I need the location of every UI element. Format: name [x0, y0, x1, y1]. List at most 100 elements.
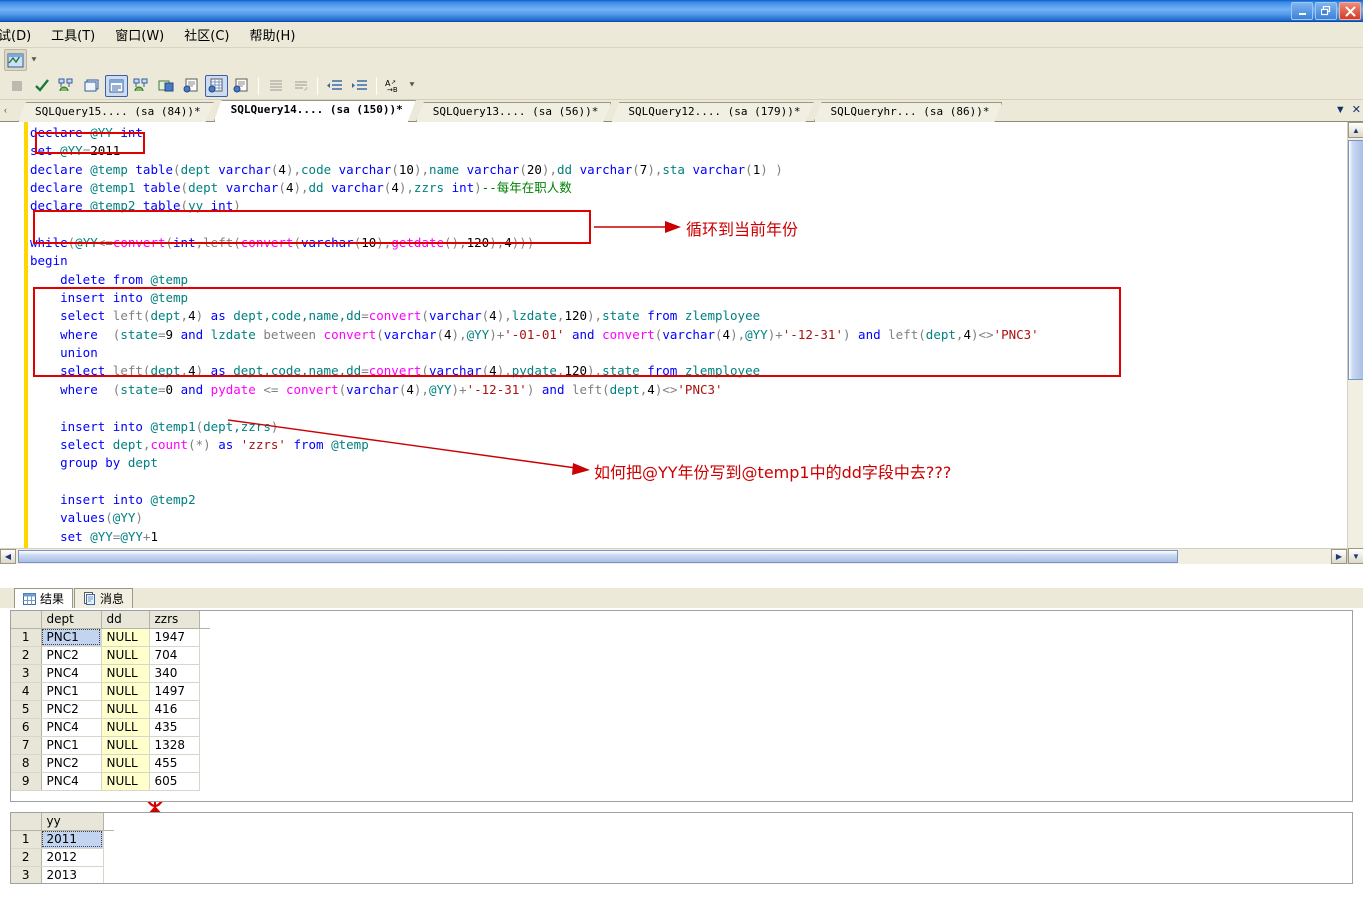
results-grid-1[interactable]: dept dd zzrs 1 PNC1 NULL 1947 2 PNC2 NULL 704 3 PNC4… [11, 611, 210, 791]
cell-dept[interactable]: PNC1 [41, 682, 102, 701]
column-header-rownum[interactable] [11, 611, 42, 629]
cell-dept[interactable]: PNC2 [41, 754, 102, 773]
row-number[interactable]: 7 [11, 736, 42, 755]
table-row[interactable]: 6 PNC4 NULL 435 [11, 718, 210, 737]
menu-window[interactable]: 窗口(W) [105, 22, 174, 47]
cell-dept[interactable]: PNC1 [41, 736, 102, 755]
column-header-zzrs[interactable]: zzrs [149, 611, 200, 629]
scroll-down-icon[interactable]: ▼ [1348, 548, 1363, 564]
sql-editor[interactable]: declare @YY int set @YY=2011 declare @temp… [0, 122, 1363, 564]
comment-lines-icon[interactable] [264, 75, 287, 97]
uncomment-lines-icon[interactable] [289, 75, 312, 97]
cell-dd[interactable]: NULL [101, 646, 150, 665]
row-number[interactable]: 9 [11, 772, 42, 791]
cell-zzrs[interactable]: 704 [149, 646, 200, 665]
scroll-left-icon[interactable]: ◀ [0, 549, 16, 564]
cell-zzrs[interactable]: 435 [149, 718, 200, 737]
table-row[interactable]: 1 PNC1 NULL 1947 [11, 628, 210, 647]
table-row[interactable]: 3 PNC4 NULL 340 [11, 664, 210, 683]
cell-zzrs[interactable]: 340 [149, 664, 200, 683]
cell-dd[interactable]: NULL [101, 754, 150, 773]
results-to-text-icon[interactable] [105, 74, 128, 97]
include-actual-plan-icon[interactable] [130, 75, 153, 97]
cell-zzrs[interactable]: 1497 [149, 682, 200, 701]
menu-help[interactable]: 帮助(H) [239, 22, 305, 47]
cell-dept[interactable]: PNC4 [41, 664, 102, 683]
tab-sqlquery15[interactable]: SQLQuery15.... (sa (84))* [18, 102, 214, 122]
results-to-file-icon[interactable] [180, 75, 203, 97]
table-row[interactable]: 9 PNC4 NULL 605 [11, 772, 210, 791]
column-header-yy[interactable]: yy [41, 813, 104, 831]
cell-zzrs[interactable]: 455 [149, 754, 200, 773]
menu-debug[interactable]: 试(D) [0, 22, 41, 47]
cell-dept[interactable]: PNC4 [41, 718, 102, 737]
toolbar-overflow-icon-2[interactable]: ⯆ [408, 76, 416, 96]
tab-sqlquery14[interactable]: SQLQuery14.... (sa (150))* [214, 100, 416, 122]
cell-dd[interactable]: NULL [101, 628, 150, 647]
tab-messages[interactable]: 消息 [74, 588, 134, 608]
table-row[interactable]: 8 PNC2 NULL 455 [11, 754, 210, 773]
tab-sqlquery13[interactable]: SQLQuery13.... (sa (56))* [416, 102, 612, 122]
include-client-statistics-icon[interactable] [155, 75, 178, 97]
restore-button[interactable] [1315, 2, 1337, 20]
cell-yy[interactable]: 2012 [41, 848, 104, 867]
column-header-dd[interactable]: dd [101, 611, 150, 629]
table-row[interactable]: 5 PNC2 NULL 416 [11, 700, 210, 719]
row-number[interactable]: 2 [11, 646, 42, 665]
close-button[interactable] [1339, 2, 1361, 20]
database-diagram-icon[interactable] [4, 49, 27, 71]
parse-check-icon[interactable] [30, 75, 53, 97]
table-row[interactable]: 2 2012 [11, 848, 114, 867]
specify-values-icon[interactable]: A ↗ →B [382, 75, 405, 97]
table-row[interactable]: 3 2013 [11, 866, 114, 883]
cell-zzrs[interactable]: 1328 [149, 736, 200, 755]
row-number[interactable]: 6 [11, 718, 42, 737]
table-row[interactable]: 7 PNC1 NULL 1328 [11, 736, 210, 755]
increase-indent-icon[interactable] [348, 75, 371, 97]
cell-dept[interactable]: PNC4 [41, 772, 102, 791]
tab-sqlquery12[interactable]: SQLQuery12.... (sa (179))* [611, 102, 813, 122]
scroll-up-icon[interactable]: ▲ [1348, 122, 1363, 138]
menu-tools[interactable]: 工具(T) [41, 22, 105, 47]
table-row[interactable]: 2 PNC2 NULL 704 [11, 646, 210, 665]
editor-hscrollbar[interactable]: ◀ ▶ [0, 548, 1347, 564]
row-number[interactable]: 5 [11, 700, 42, 719]
row-number[interactable]: 2 [11, 848, 42, 867]
stop-icon[interactable] [5, 75, 28, 97]
cell-dd[interactable]: NULL [101, 772, 150, 791]
tab-sqlqueryhr[interactable]: SQLQueryhr... (sa (86))* [814, 102, 1003, 122]
hscroll-thumb[interactable] [18, 550, 1178, 563]
display-estimated-plan-icon[interactable] [55, 75, 78, 97]
table-row[interactable]: 1 2011 [11, 830, 114, 849]
results-grid-1-container[interactable]: dept dd zzrs 1 PNC1 NULL 1947 2 PNC2 NULL 704 3 PNC4… [10, 610, 1353, 802]
vscroll-thumb[interactable] [1348, 140, 1363, 380]
cell-dd[interactable]: NULL [101, 736, 150, 755]
toolbar-overflow-icon[interactable]: ⯆ [30, 50, 38, 70]
table-row[interactable]: 4 PNC1 NULL 1497 [11, 682, 210, 701]
cell-dd[interactable]: NULL [101, 718, 150, 737]
cell-dd[interactable]: NULL [101, 682, 150, 701]
row-number[interactable]: 1 [11, 628, 42, 647]
row-number[interactable]: 1 [11, 830, 42, 849]
cell-yy[interactable]: 2011 [41, 830, 104, 849]
cell-dept[interactable]: PNC2 [41, 646, 102, 665]
row-number[interactable]: 8 [11, 754, 42, 773]
query-options-icon[interactable] [80, 75, 103, 97]
results-grid-2[interactable]: yy 1 2011 2 2012 3 2013 [11, 813, 114, 883]
decrease-indent-icon[interactable] [323, 75, 346, 97]
cell-yy[interactable]: 2013 [41, 866, 104, 883]
results-grid-2-container[interactable]: yy 1 2011 2 2012 3 2013 [10, 812, 1353, 884]
results-to-text2-icon[interactable] [230, 75, 253, 97]
results-to-grid-icon[interactable] [205, 74, 228, 97]
tab-list-dropdown-icon[interactable]: ▼ [1335, 104, 1346, 116]
row-number[interactable]: 3 [11, 866, 42, 883]
row-number[interactable]: 3 [11, 664, 42, 683]
tab-results[interactable]: 结果 [14, 588, 74, 608]
cell-zzrs[interactable]: 605 [149, 772, 200, 791]
scroll-right-icon[interactable]: ▶ [1331, 549, 1347, 564]
cell-zzrs[interactable]: 1947 [149, 628, 200, 647]
cell-dd[interactable]: NULL [101, 700, 150, 719]
cell-dept[interactable]: PNC1 [41, 628, 102, 647]
cell-dept[interactable]: PNC2 [41, 700, 102, 719]
tab-close-icon[interactable]: ✕ [1352, 103, 1361, 116]
